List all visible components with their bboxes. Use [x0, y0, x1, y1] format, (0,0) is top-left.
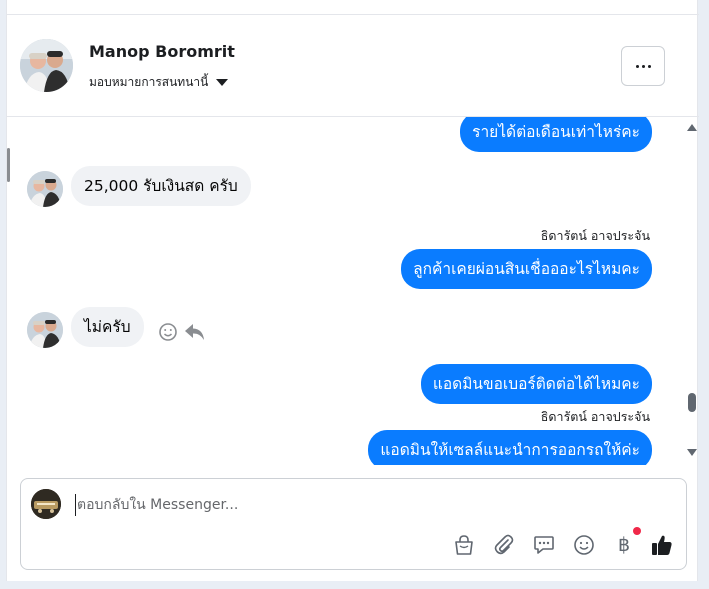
paperclip-icon[interactable]	[491, 532, 517, 558]
emoji-icon[interactable]	[571, 532, 597, 558]
sender-name: ธิดารัตน์ อาจประจัน	[540, 228, 650, 243]
conversation-panel: Manop Boromrit มอบหมายการสนทนานี้ รายได้…	[6, 0, 699, 581]
message-incoming[interactable]: 25,000 รับเงินสด ครับ	[71, 166, 251, 206]
shopping-bag-icon[interactable]	[451, 532, 477, 558]
reply-input[interactable]	[75, 494, 635, 516]
contact-name[interactable]: Manop Boromrit	[89, 42, 235, 61]
window-edge-bottom	[0, 581, 709, 589]
reply-composer: ฿	[20, 478, 687, 570]
message-outgoing[interactable]: แอดมินขอเบอร์ติดต่อได้ไหมคะ	[420, 364, 652, 404]
assign-conversation-dropdown[interactable]: มอบหมายการสนทนานี้	[89, 73, 229, 92]
caret-down-icon	[216, 79, 229, 86]
page-avatar	[31, 489, 61, 519]
notification-dot	[633, 527, 641, 535]
conversation-header: Manop Boromrit มอบหมายการสนทนานี้	[7, 15, 699, 117]
message-outgoing[interactable]: รายได้ต่อเดือนเท่าไหร่คะ	[460, 117, 652, 152]
baht-payment-icon[interactable]: ฿	[611, 527, 641, 558]
thumbs-up-icon[interactable]	[649, 532, 675, 558]
scroll-up-arrow-icon[interactable]	[687, 124, 697, 131]
sender-avatar	[27, 171, 63, 207]
message-actions	[158, 322, 206, 346]
message-outgoing[interactable]: ลูกค้าเคยผ่อนสินเชื่อออะไรไหมคะ	[401, 249, 652, 289]
sender-avatar	[27, 312, 63, 348]
scroll-down-arrow-icon[interactable]	[687, 449, 697, 456]
assign-label: มอบหมายการสนทนานี้	[89, 75, 209, 89]
scrollbar-thumb[interactable]	[688, 393, 696, 412]
window-edge-right	[698, 0, 709, 589]
more-options-button[interactable]	[621, 46, 665, 86]
message-incoming[interactable]: ไม่ครับ	[71, 307, 144, 347]
reply-arrow-icon[interactable]	[184, 322, 206, 346]
smile-react-icon[interactable]	[158, 322, 178, 346]
message-outgoing[interactable]: แอดมินให้เซลล์แนะนำการออกรถให้ค่ะ	[368, 430, 652, 465]
chat-bubble-icon[interactable]	[531, 532, 557, 558]
sender-name: ธิดารัตน์ อาจประจัน	[540, 409, 650, 424]
message-thread[interactable]: รายได้ต่อเดือนเท่าไหร่คะ 25,000 รับเงินส…	[7, 117, 699, 465]
contact-avatar[interactable]	[20, 39, 73, 92]
more-options-icon	[635, 64, 639, 68]
